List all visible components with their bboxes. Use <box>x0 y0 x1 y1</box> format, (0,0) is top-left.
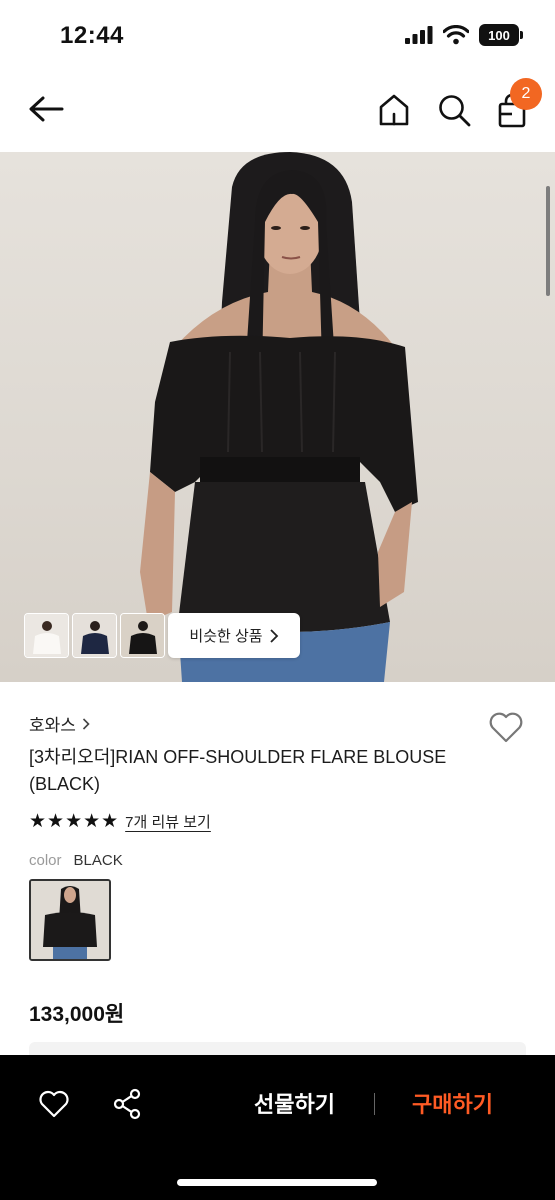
wifi-icon <box>443 25 469 45</box>
bottom-wishlist-button[interactable] <box>38 1089 70 1119</box>
home-icon <box>379 94 409 126</box>
color-row: color BLACK <box>29 852 123 869</box>
heart-icon <box>489 712 523 743</box>
thumbnail-navy-blouse[interactable] <box>72 613 117 658</box>
product-price: 133,000원 <box>29 1003 125 1026</box>
thumbnail-image <box>73 614 116 657</box>
review-link[interactable]: 7개 리뷰 보기 <box>125 811 211 832</box>
home-button[interactable] <box>376 92 412 128</box>
chevron-right-icon <box>269 628 278 643</box>
swatch-image <box>31 881 109 959</box>
home-indicator <box>177 1179 377 1186</box>
similar-products-button[interactable]: 비슷한 상품 <box>168 613 300 658</box>
thumbnail-black-blouse[interactable] <box>120 613 165 658</box>
product-image[interactable] <box>0 152 555 682</box>
model-photo <box>140 152 418 682</box>
brand-link[interactable]: 호와스 <box>29 711 90 736</box>
share-icon <box>113 1088 141 1120</box>
thumbnail-white-blouse[interactable] <box>24 613 69 658</box>
divider <box>374 1093 375 1115</box>
status-time: 12:44 <box>60 22 124 49</box>
color-swatch-black[interactable] <box>29 879 111 961</box>
color-value: BLACK <box>73 852 123 869</box>
heart-icon <box>39 1090 69 1118</box>
brand-name: 호와스 <box>29 716 76 735</box>
search-button[interactable] <box>436 92 472 128</box>
similar-products-label: 비슷한 상품 <box>189 628 263 645</box>
wishlist-button[interactable] <box>488 710 524 744</box>
image-scrollbar[interactable] <box>546 186 550 296</box>
rating-row: ★★★★★ 7개 리뷰 보기 <box>29 810 211 833</box>
thumbnail-image <box>25 614 68 657</box>
back-arrow-icon <box>29 96 64 122</box>
search-icon <box>439 95 471 127</box>
status-bar: 12:44 100 <box>0 0 555 70</box>
bottom-action-bar: 선물하기 구매하기 <box>0 1055 555 1200</box>
thumbnail-image <box>121 614 164 657</box>
color-label: color <box>29 852 62 869</box>
chevron-right-icon <box>82 717 90 730</box>
nav-bar <box>0 70 555 152</box>
signal-icon <box>405 26 433 44</box>
back-button[interactable] <box>26 92 66 126</box>
product-title: [3차리오더]RIAN OFF-SHOULDER FLARE BLOUSE (B… <box>29 747 447 794</box>
battery-icon: 100 <box>479 24 523 46</box>
cart-count-badge: 2 <box>510 78 542 110</box>
gift-button[interactable]: 선물하기 <box>242 1083 347 1123</box>
buy-button[interactable]: 구매하기 <box>400 1083 505 1123</box>
star-rating-icon: ★★★★★ <box>29 811 120 832</box>
status-icons: 100 <box>405 24 523 46</box>
share-button[interactable] <box>112 1088 142 1120</box>
